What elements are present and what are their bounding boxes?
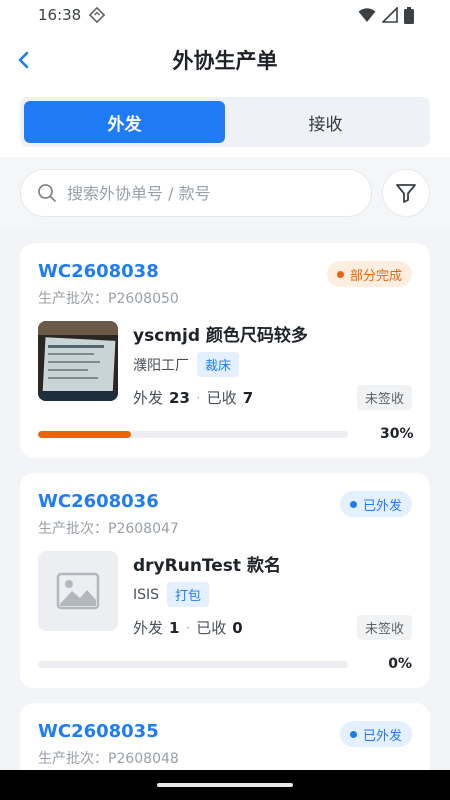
production-batch: 生产批次：P2608050 xyxy=(38,291,179,307)
tab-receive[interactable]: 接收 xyxy=(225,101,426,143)
back-arrow-icon[interactable] xyxy=(14,48,36,72)
received-label: 已收 xyxy=(206,389,237,407)
page-title: 外协生产单 xyxy=(172,49,278,73)
status-label: 部分完成 xyxy=(349,268,402,284)
status-label: 已外发 xyxy=(362,498,402,514)
order-number[interactable]: WC2608036 xyxy=(38,491,179,512)
order-card[interactable]: WC2608038 生产批次：P2608050 部分完成 yscmjd 颜色尺码… xyxy=(20,243,430,458)
home-indicator[interactable] xyxy=(157,783,293,787)
battery-icon xyxy=(404,6,414,24)
product-name: dryRunTest 款名 xyxy=(133,556,281,576)
order-list: WC2608038 生产批次：P2608050 部分完成 yscmjd 颜色尺码… xyxy=(0,229,450,784)
tab-bar: 外发 接收 xyxy=(20,97,430,147)
separator-dot: · xyxy=(185,618,191,637)
signal-icon xyxy=(382,7,398,23)
progress-percent: 0% xyxy=(388,656,412,672)
status-time: 16:38 xyxy=(38,6,82,24)
tab-bar-container: 外发 接收 xyxy=(0,90,450,157)
search-row xyxy=(0,157,450,229)
progress-percent: 30% xyxy=(380,426,414,442)
search-box[interactable] xyxy=(20,169,372,217)
status-dot-icon xyxy=(349,730,357,738)
outgoing-qty: 23 xyxy=(169,388,190,407)
status-dot-icon xyxy=(349,500,357,508)
outgoing-label: 外发 xyxy=(133,619,164,637)
search-input[interactable] xyxy=(67,183,355,203)
order-number[interactable]: WC2608038 xyxy=(38,261,179,282)
progress-bar xyxy=(38,430,348,438)
separator-dot: · xyxy=(195,388,201,407)
outgoing-label: 外发 xyxy=(133,389,164,407)
progress-bar xyxy=(38,660,348,668)
app-header: 外协生产单 xyxy=(0,30,450,90)
tab-outgoing[interactable]: 外发 xyxy=(24,101,225,143)
product-name: yscmjd 颜色尺码较多 xyxy=(133,326,308,346)
filter-button[interactable] xyxy=(382,169,430,217)
process-tag: 打包 xyxy=(167,582,210,607)
sign-status-badge: 未签收 xyxy=(356,385,412,410)
photo-thumbnail-icon xyxy=(38,321,118,401)
received-qty: 7 xyxy=(242,388,254,407)
production-batch: 生产批次：P2608048 xyxy=(38,751,179,767)
received-label: 已收 xyxy=(196,619,227,637)
sign-status-badge: 未签收 xyxy=(356,615,412,640)
product-photo[interactable] xyxy=(38,551,118,631)
status-badge: 已外发 xyxy=(339,491,412,517)
process-tag: 裁床 xyxy=(197,352,240,377)
progress-fill xyxy=(38,430,131,438)
filter-icon xyxy=(396,184,416,203)
status-dot-icon xyxy=(336,270,344,278)
received-qty: 0 xyxy=(232,618,243,637)
product-photo[interactable] xyxy=(38,321,118,401)
image-placeholder-icon xyxy=(56,572,100,610)
wifi-icon xyxy=(358,8,376,22)
status-badge: 已外发 xyxy=(339,721,412,747)
production-batch: 生产批次：P2608047 xyxy=(38,521,179,537)
status-badge: 部分完成 xyxy=(326,261,412,287)
order-number[interactable]: WC2608035 xyxy=(38,721,179,742)
order-card[interactable]: WC2608036 生产批次：P2608047 已外发 dryRunTest 款… xyxy=(20,473,430,688)
location-icon xyxy=(89,7,106,23)
status-bar: 16:38 xyxy=(0,0,450,30)
factory-name: ISIS xyxy=(133,586,160,603)
outgoing-qty: 1 xyxy=(169,618,180,637)
factory-name: 濮阳工厂 xyxy=(133,357,189,374)
search-icon xyxy=(38,184,56,202)
system-nav-bar xyxy=(0,770,450,800)
status-label: 已外发 xyxy=(362,728,402,744)
